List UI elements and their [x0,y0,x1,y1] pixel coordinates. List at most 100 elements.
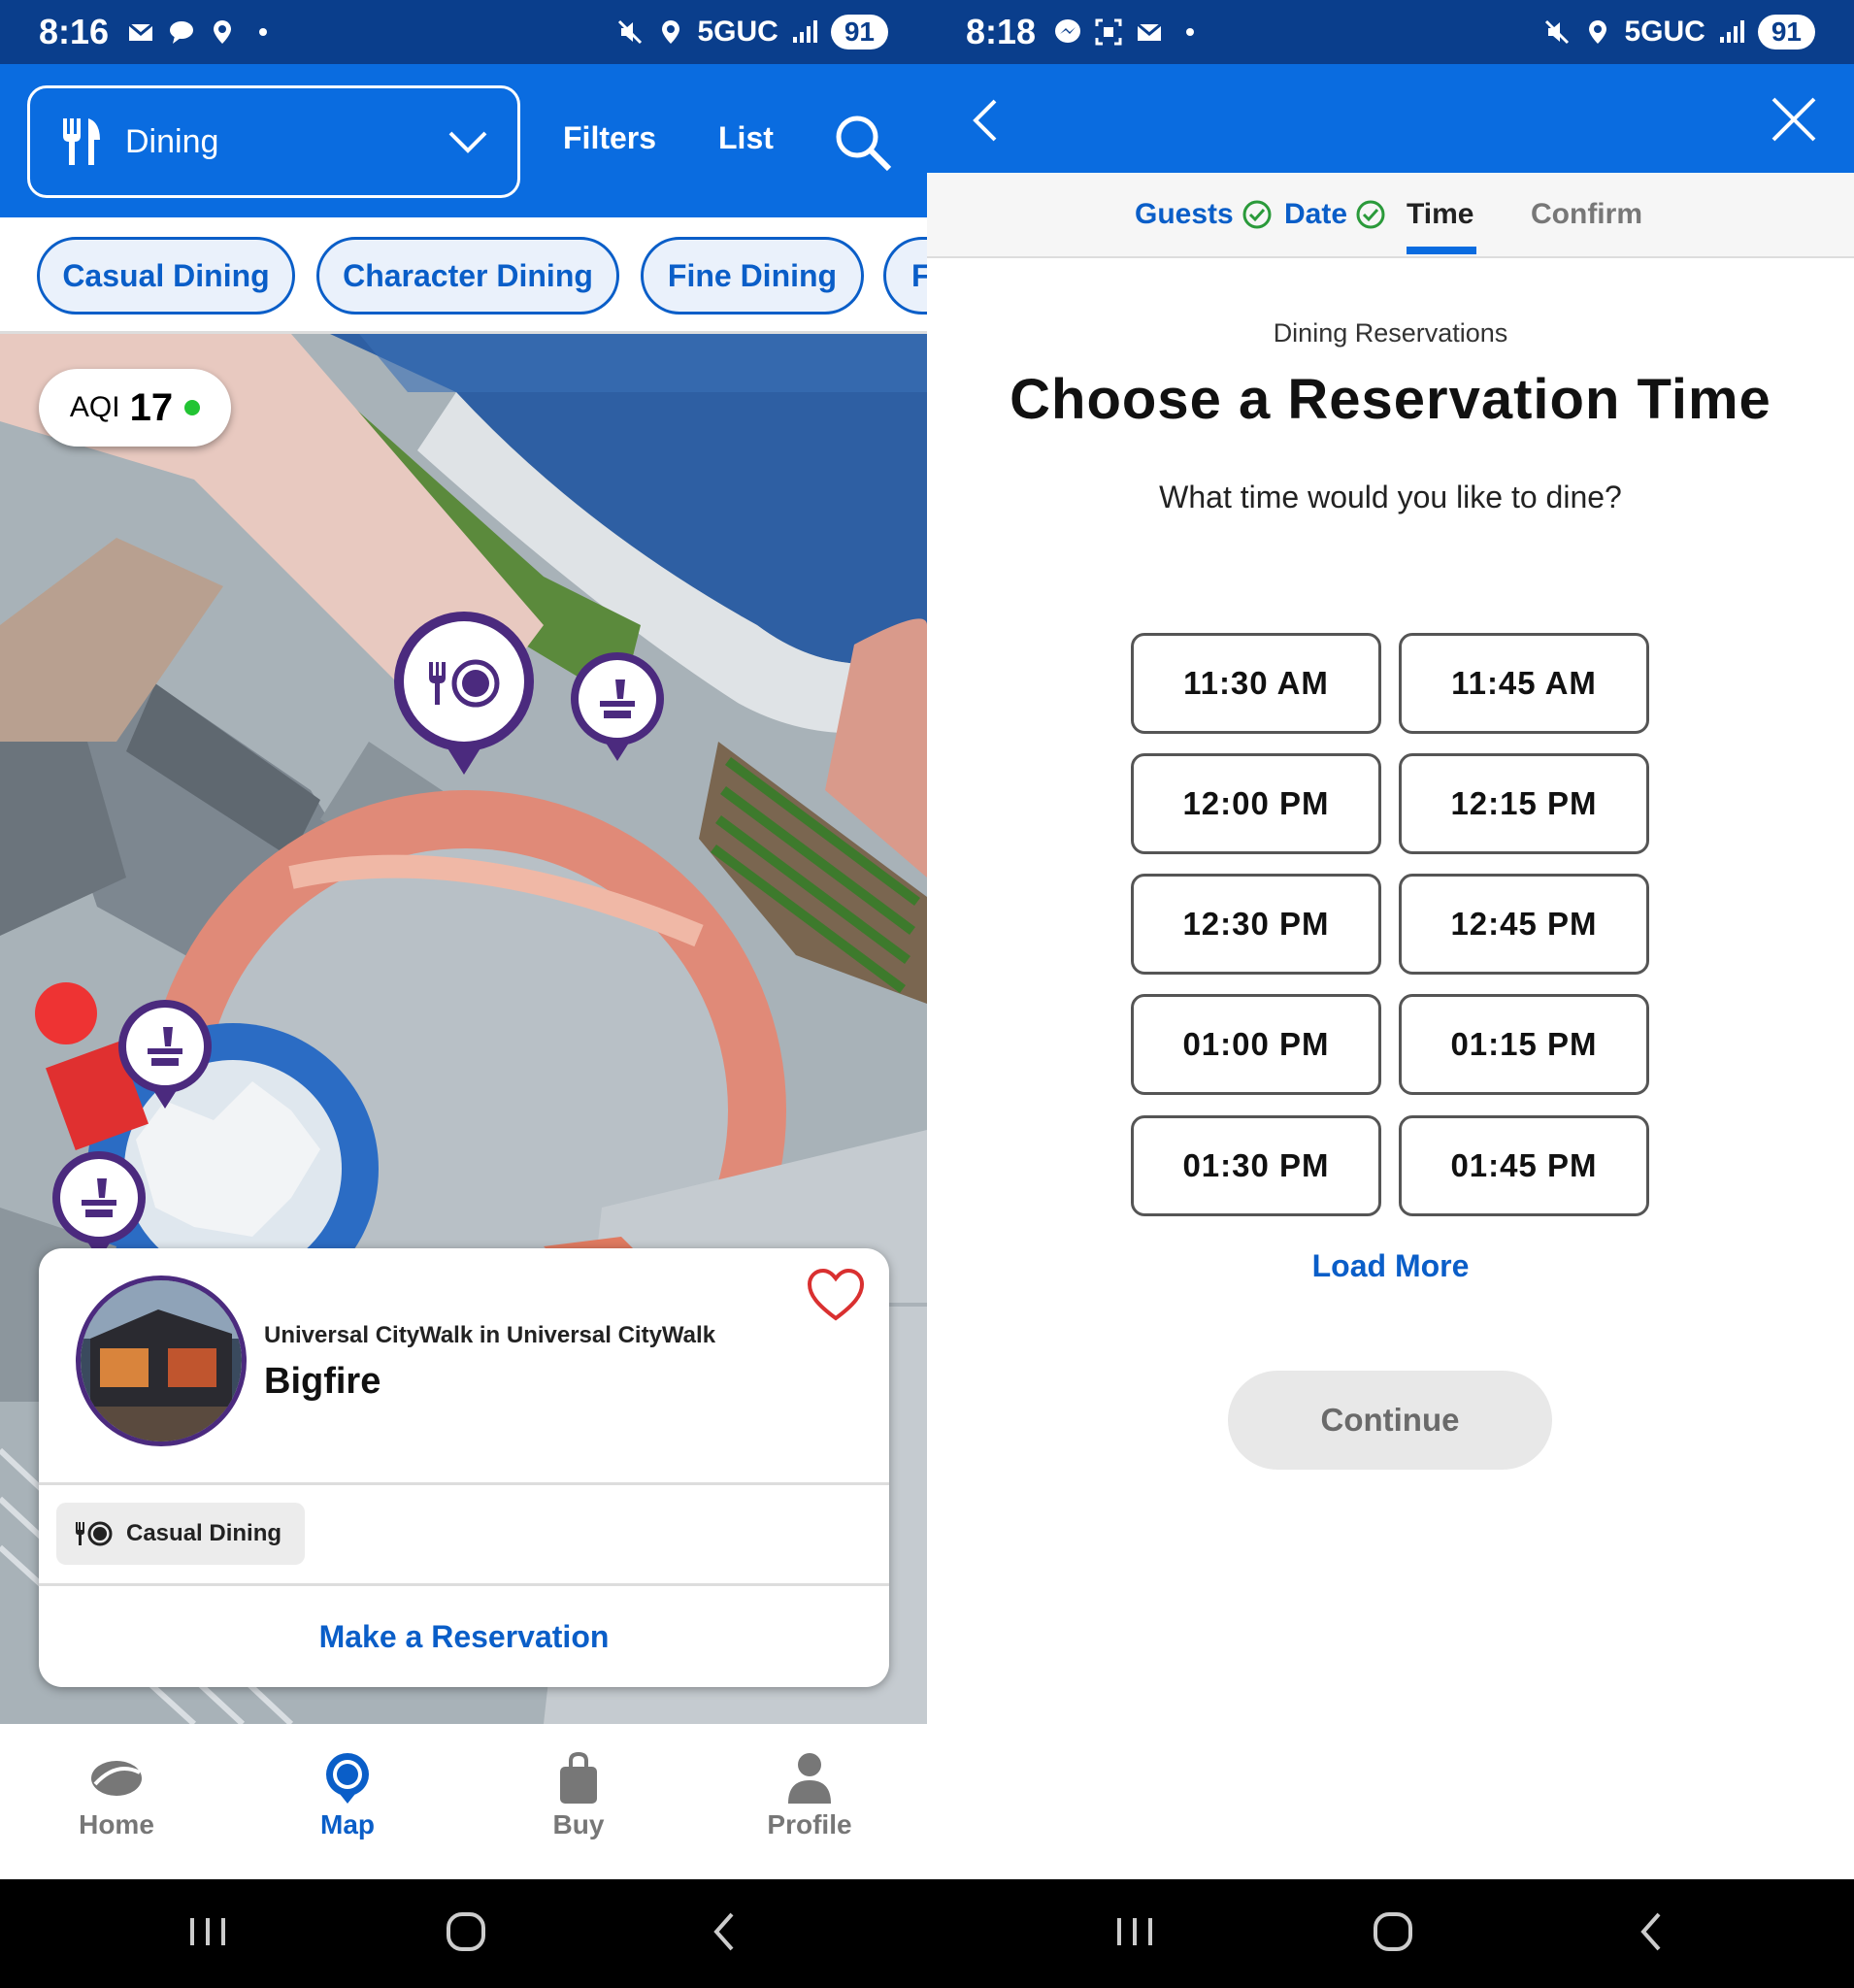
active-step-indicator [1407,247,1476,254]
dot-icon [1186,28,1195,36]
chip-partial[interactable]: F [883,237,927,315]
nav-map[interactable]: Map [260,1751,435,1840]
page-subtitle: What time would you like to dine? [1159,480,1622,514]
status-time: 8:18 [966,12,1037,51]
step-confirm[interactable]: Confirm [1531,198,1642,231]
category-tag: Casual Dining [56,1503,306,1565]
aqi-value: 17 [129,385,174,429]
time-slot[interactable]: 01:15 PM [1399,994,1649,1095]
nav-profile[interactable]: Profile [722,1751,897,1840]
person-icon [788,1753,831,1804]
system-nav [0,1879,927,1988]
filters-button[interactable]: Filters [563,120,656,156]
heart-icon[interactable] [806,1268,866,1322]
nav-home-label: Home [79,1809,154,1839]
time-slot[interactable]: 01:45 PM [1399,1115,1649,1216]
time-slot[interactable]: 12:30 PM [1131,874,1381,975]
back-icon[interactable] [703,1908,749,1955]
messenger-icon [1055,19,1081,43]
close-icon[interactable] [1770,95,1818,144]
category-label: Dining [125,122,219,160]
status-bar: 8:18 5GUC 91 [927,0,1854,64]
aqi-badge[interactable]: AQI 17 [39,369,231,447]
page-title: Choose a Reservation Time [1010,368,1771,431]
time-slot[interactable]: 12:00 PM [1131,753,1381,854]
network-label: 5GUC [697,16,778,48]
location-icon [214,20,232,44]
step-guests[interactable]: Guests [1135,198,1273,231]
load-more-button[interactable]: Load More [927,1248,1854,1284]
chevron-down-icon [448,131,487,153]
restaurant-card[interactable]: Universal CityWalk in Universal CityWalk… [39,1248,889,1687]
battery-badge: 91 [1757,15,1815,50]
divider [39,1482,889,1485]
chip-casual-dining[interactable]: Casual Dining [37,237,295,315]
home-button-icon[interactable] [1370,1908,1416,1955]
restaurant-name: Bigfire [264,1361,381,1402]
step-confirm-label: Confirm [1531,198,1642,230]
home-button-icon[interactable] [443,1908,489,1955]
continue-button[interactable]: Continue [1228,1371,1552,1470]
chip-character-dining[interactable]: Character Dining [316,237,619,315]
home-icon [91,1761,142,1796]
dining-icon [76,1521,113,1546]
time-slot[interactable]: 11:30 AM [1131,633,1381,734]
mute-icon [1545,19,1570,45]
screenshot-icon [1095,18,1122,46]
chat-icon [170,21,194,44]
quick-service-pin[interactable] [567,650,668,765]
recents-icon[interactable] [184,1908,231,1955]
nav-buy[interactable]: Buy [491,1751,666,1840]
nav-home[interactable]: Home [29,1751,204,1840]
signal-icon [1719,20,1744,43]
time-slot[interactable]: 01:30 PM [1131,1115,1381,1216]
time-slot[interactable]: 12:45 PM [1399,874,1649,975]
restaurant-location: Universal CityWalk in Universal CityWalk [264,1322,716,1348]
time-slot[interactable]: 12:15 PM [1399,753,1649,854]
network-label: 5GUC [1624,16,1705,48]
status-bar: 8:16 5GUC 91 [0,0,927,64]
bag-icon [560,1751,597,1804]
nav-map-label: Map [320,1809,375,1839]
recents-icon[interactable] [1111,1908,1158,1955]
quick-service-pin[interactable] [115,998,215,1112]
map-screen: 8:16 5GUC 91 Dining Filters List Casual … [0,0,927,1988]
step-guests-label: Guests [1135,198,1234,230]
list-button[interactable]: List [718,120,774,156]
dot-icon [259,28,268,36]
category-chips: Casual Dining Character Dining Fine Dini… [0,217,927,334]
time-slot[interactable]: 11:45 AM [1399,633,1649,734]
bottom-nav: Home Map Buy Profile [0,1724,927,1879]
location-icon [1589,20,1607,44]
restaurant-thumbnail [76,1276,247,1446]
category-tag-label: Casual Dining [126,1520,282,1546]
eyebrow-label: Dining Reservations [1273,318,1508,348]
make-reservation-button[interactable]: Make a Reservation [39,1586,889,1687]
nav-buy-label: Buy [552,1809,605,1839]
check-circle-icon [1356,200,1385,229]
system-nav [927,1879,1854,1988]
step-time[interactable]: Time [1407,198,1473,231]
aqi-status-dot [184,400,201,415]
chevron-left-icon[interactable] [968,97,1003,144]
gmail-icon [128,22,154,41]
dining-pin-selected[interactable] [386,610,542,780]
signal-icon [792,20,817,43]
dining-icon [63,118,100,165]
time-slot[interactable]: 01:00 PM [1131,994,1381,1095]
search-icon[interactable] [833,113,893,173]
check-circle-icon [1242,200,1272,229]
category-dropdown[interactable]: Dining [27,85,520,198]
mute-icon [618,19,643,45]
step-date[interactable]: Date [1284,198,1386,231]
nav-profile-label: Profile [767,1809,852,1839]
chip-fine-dining[interactable]: Fine Dining [641,237,864,315]
status-time: 8:16 [39,12,110,51]
step-date-label: Date [1284,198,1348,230]
map-header: Dining Filters List [0,64,927,217]
map-icon [326,1753,369,1804]
back-icon[interactable] [1630,1908,1676,1955]
step-time-label: Time [1407,198,1474,230]
location-icon [662,20,680,44]
quick-service-pin[interactable] [49,1149,149,1264]
